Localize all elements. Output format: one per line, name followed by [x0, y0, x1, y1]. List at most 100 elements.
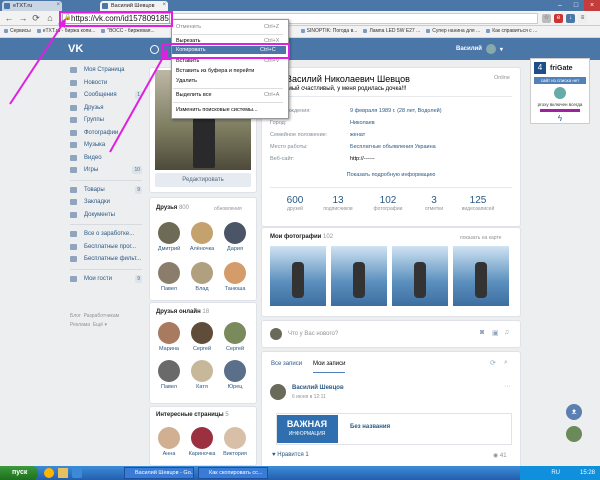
menu-item-delete[interactable]: Удалить — [176, 78, 197, 84]
friend-card[interactable]: Дария — [220, 222, 250, 252]
sidebar-item-my-page[interactable]: Моя Страница — [66, 64, 146, 77]
friends-updates-link[interactable]: обновления — [214, 206, 242, 212]
post-input[interactable]: Что у Вас нового? — [288, 331, 338, 337]
sidebar-item-groups[interactable]: Группы — [66, 114, 146, 127]
edit-profile-button[interactable]: Редактировать — [155, 173, 251, 187]
sidebar-item-guests[interactable]: Мои гости 9 — [66, 273, 146, 286]
camera-icon[interactable]: ◙ — [480, 329, 484, 336]
app-icon[interactable] — [72, 468, 82, 478]
clock[interactable]: 15:28 — [580, 470, 595, 476]
sidebar-item-bookmarks[interactable]: Закладки — [66, 196, 146, 209]
tab-my-posts[interactable]: Мои записи — [313, 361, 346, 373]
friend-card[interactable]: Сергей — [187, 322, 217, 352]
friend-card[interactable]: Танюша — [220, 262, 250, 292]
photos-title[interactable]: Мои фотографии 102 — [270, 234, 333, 240]
avatar[interactable] — [270, 384, 286, 400]
page-card[interactable]: Анна — [154, 427, 184, 457]
sidebar-item-group-link[interactable]: Бесплатные прог... — [66, 241, 146, 254]
friends-online-title[interactable]: Друзья онлайн 18 — [156, 309, 209, 315]
taskbar-item-document[interactable]: Как скопировать сс... — [198, 467, 268, 479]
sidebar-item-group-link[interactable]: Бесплатные фильт... — [66, 253, 146, 266]
extension-icon[interactable]: ↓ — [566, 14, 575, 23]
stat-videos[interactable]: 125 видеозаписей — [458, 195, 498, 212]
search-icon[interactable] — [150, 45, 159, 54]
show-on-map-link[interactable]: показать на карте — [460, 235, 501, 241]
bookmark-item[interactable]: SINOPTIK: Погода в... — [300, 28, 357, 37]
menu-item-paste[interactable]: Вставить Ctrl+V — [176, 58, 279, 64]
friend-card[interactable]: Дмитрий — [154, 222, 184, 252]
search-icon[interactable]: ⌕ — [504, 359, 508, 367]
tab-etxt[interactable]: eTXT.ru × — [2, 1, 62, 11]
address-bar[interactable]: 🔒 https://vk.com/id157809185 — [62, 13, 170, 24]
bookmark-item[interactable]: eTXT.ru - биржа копи... — [36, 28, 95, 37]
friends-title[interactable]: Друзья 800 — [156, 205, 189, 211]
bookmark-item[interactable]: Сервисы — [4, 28, 31, 37]
sidebar-item-video[interactable]: Видео — [66, 152, 146, 165]
profile-status[interactable]: Самый счастливый, у меня родилась дочка!… — [280, 86, 407, 92]
close-icon[interactable]: × — [162, 2, 166, 8]
frigate-widget[interactable]: 4 friGate сайт из списка нет proxy включ… — [530, 58, 590, 124]
friend-card[interactable]: Катя — [187, 360, 217, 390]
music-icon[interactable]: ♫ — [504, 329, 509, 336]
bookmark-item[interactable]: Супер нанина для ... — [426, 28, 480, 37]
language-indicator[interactable]: RU — [551, 470, 560, 476]
sidebar-item-messages[interactable]: Сообщения 1 — [66, 89, 146, 102]
post-banner-image[interactable]: ВАЖНАЯ ИНФОРМАЦИЯ — [276, 415, 338, 443]
reload-icon[interactable]: ⟳ — [31, 13, 41, 23]
sidebar-footer-links[interactable]: Блог Разработчикам Реклама Ещё ▾ — [70, 312, 119, 330]
vk-logo[interactable]: VK — [68, 43, 83, 55]
tab-vk-profile[interactable]: Василий Шевцов × — [100, 1, 168, 11]
photo-thumbnail[interactable] — [331, 246, 387, 306]
menu-item-undo[interactable]: Отменить Ctrl+Z — [176, 24, 279, 30]
bookmark-item[interactable]: Как справиться с ... — [486, 28, 537, 37]
close-window-icon[interactable]: × — [584, 0, 600, 11]
bookmark-item[interactable]: "ВОСС - биржевая... — [101, 28, 155, 37]
chat-owl-icon[interactable]: ᴥ — [566, 404, 582, 420]
sidebar-item-news[interactable]: Новости — [66, 77, 146, 90]
sidebar-item-goods[interactable]: Товары 9 — [66, 184, 146, 197]
header-user-menu[interactable]: Василий ▾ — [456, 44, 503, 54]
back-arrow-icon[interactable]: ← — [4, 13, 14, 23]
menu-item-search-engines[interactable]: Изменить поисковые системы... — [176, 107, 258, 113]
friend-card[interactable]: Марина — [154, 322, 184, 352]
friend-card[interactable]: Павел — [154, 262, 184, 292]
frigate-toggle[interactable] — [540, 109, 580, 112]
folder-icon[interactable] — [58, 468, 68, 478]
stat-photos[interactable]: 102 фотографии — [368, 195, 408, 212]
stat-friends[interactable]: 600 друзей — [275, 195, 315, 212]
stat-tags[interactable]: 3 отметки — [414, 195, 454, 212]
video-icon[interactable]: ▣ — [492, 329, 499, 337]
more-options-icon[interactable]: ··· — [504, 383, 511, 390]
sidebar-item-documents[interactable]: Документы — [66, 209, 146, 222]
post-author[interactable]: Василий Шевцов — [292, 385, 344, 391]
friend-card[interactable]: Алёночка — [187, 222, 217, 252]
refresh-icon[interactable]: ⟳ — [490, 359, 496, 367]
maximize-icon[interactable]: □ — [568, 0, 584, 11]
menu-icon[interactable]: ≡ — [578, 14, 587, 23]
extension-icon[interactable]: e — [554, 14, 563, 23]
post-date[interactable]: 6 июня в 12:11 — [292, 394, 326, 400]
friend-card[interactable]: Сергей — [220, 322, 250, 352]
photo-thumbnail[interactable] — [453, 246, 509, 306]
interesting-pages-title[interactable]: Интересные страницы 5 — [156, 412, 229, 418]
close-icon[interactable]: × — [56, 2, 60, 8]
sidebar-item-group-link[interactable]: Все о заработке... — [66, 228, 146, 241]
star-icon[interactable]: ☆ — [542, 14, 551, 23]
start-button[interactable]: пуск — [0, 466, 38, 480]
link-title[interactable]: Без названия — [350, 424, 390, 430]
sidebar-item-friends[interactable]: Друзья — [66, 102, 146, 115]
friend-card[interactable]: Юрец — [220, 360, 250, 390]
friend-card[interactable]: Влад — [187, 262, 217, 292]
photo-thumbnail[interactable] — [392, 246, 448, 306]
menu-item-cut[interactable]: Вырезать Ctrl+X — [176, 38, 279, 44]
home-icon[interactable]: ⌂ — [45, 13, 55, 23]
chat-avatar[interactable] — [566, 426, 582, 442]
photo-thumbnail[interactable] — [270, 246, 326, 306]
menu-item-paste-go[interactable]: Вставить из буфера и перейти — [176, 68, 254, 74]
taskbar-item-browser[interactable]: Василий Шевцов - Go... — [124, 467, 194, 479]
minimize-icon[interactable]: – — [552, 0, 568, 11]
like-button[interactable]: ♥ Нравится 1 — [272, 452, 309, 458]
bookmark-item[interactable]: Лампа LED 5W E27 ... — [363, 28, 420, 37]
forward-arrow-icon[interactable]: → — [18, 13, 28, 23]
page-card[interactable]: Виктория — [220, 427, 250, 457]
